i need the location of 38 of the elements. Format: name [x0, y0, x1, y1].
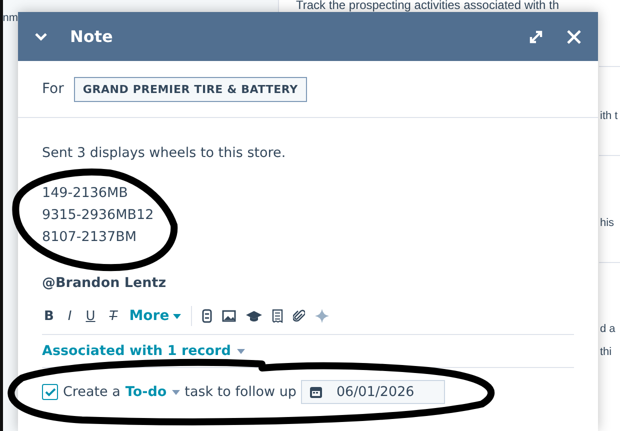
- background-heading: Track the prospecting activities associated with th: [296, 0, 560, 11]
- part-number: 9315-2936MB12: [42, 206, 155, 225]
- graduation-cap-icon[interactable]: [246, 310, 262, 322]
- date-field[interactable]: 06/01/2026: [301, 380, 446, 404]
- task-label: Create a: [63, 384, 120, 400]
- image-icon[interactable]: [222, 310, 236, 322]
- record-tag[interactable]: GRAND PREMIER TIRE & BATTERY: [74, 76, 307, 102]
- paperclip-icon[interactable]: [293, 309, 306, 323]
- close-button[interactable]: [566, 28, 582, 44]
- background-text: nm: [2, 12, 18, 26]
- snippet-icon[interactable]: [202, 309, 212, 323]
- expand-button[interactable]: [528, 28, 544, 44]
- associated-records-dropdown[interactable]: Associated with 1 record: [42, 343, 245, 359]
- background-text: ith t: [600, 110, 618, 122]
- clear-format-button[interactable]: T: [107, 308, 120, 324]
- background-text: thi: [600, 346, 612, 358]
- bold-button[interactable]: B: [42, 308, 56, 324]
- task-type-dropdown[interactable]: To-do: [125, 384, 180, 400]
- checkbox[interactable]: [42, 384, 58, 400]
- collapse-button[interactable]: [34, 32, 48, 41]
- background-text: his: [600, 217, 614, 229]
- more-button[interactable]: More: [129, 308, 182, 324]
- caret-icon: [236, 348, 245, 354]
- task-label: task to follow up: [184, 384, 296, 400]
- calendar-icon: [310, 386, 322, 398]
- mention: @Brandon Lentz: [42, 274, 168, 293]
- note-text: Sent 3 displays wheels to this store.: [42, 144, 287, 163]
- for-label: For: [42, 81, 64, 97]
- part-number: 8107-2137BM: [42, 228, 138, 247]
- checkmark-icon: [44, 388, 56, 396]
- underline-button[interactable]: U: [84, 308, 98, 324]
- document-icon[interactable]: [272, 309, 284, 323]
- caret-icon: [172, 390, 180, 394]
- background-text: d a: [600, 323, 616, 335]
- italic-button[interactable]: I: [66, 308, 74, 324]
- caret-icon: [173, 314, 182, 318]
- dialog-title: Note: [70, 27, 114, 46]
- part-number: 149-2136MB: [42, 184, 129, 203]
